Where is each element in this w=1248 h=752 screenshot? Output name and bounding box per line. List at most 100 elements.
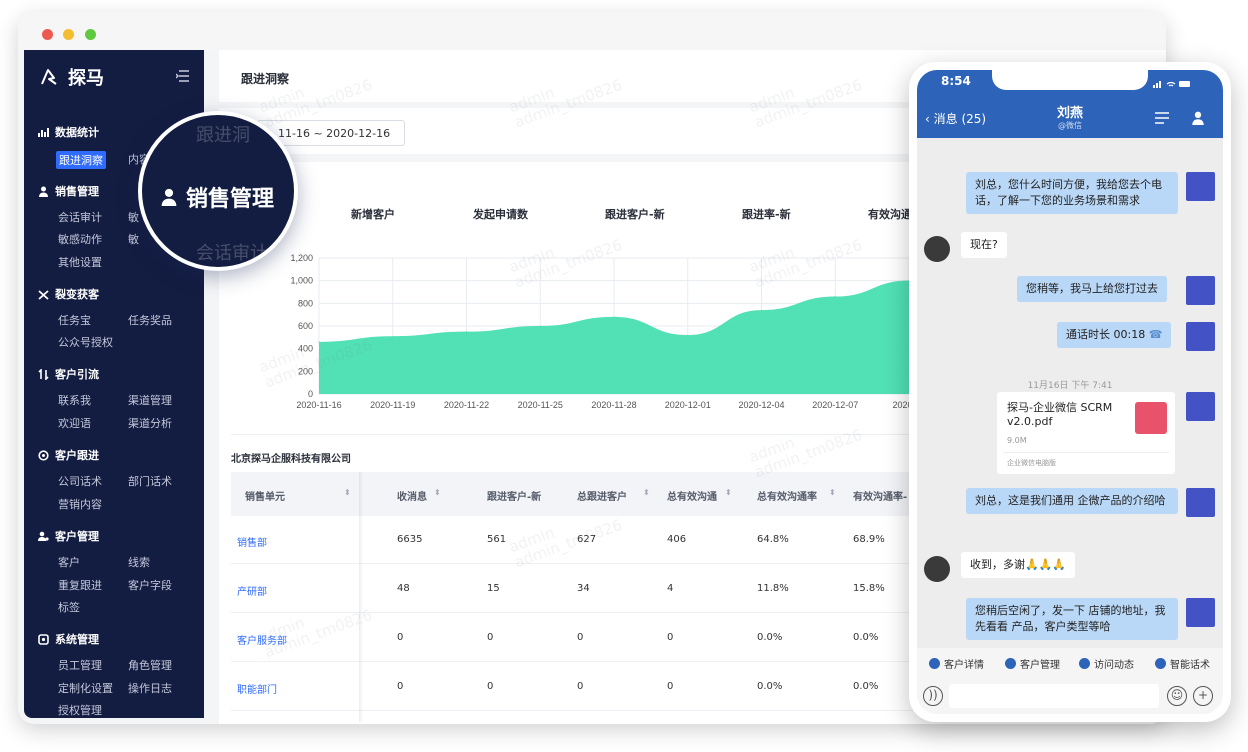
table-cell: 0 — [577, 632, 584, 643]
file-message-card[interactable]: 探马-企业微信 SCRM v2.0.pdf 9.0M 企业微信电脑版 — [997, 392, 1175, 474]
sidebar-item-sensitive-a[interactable]: 敏 — [128, 209, 139, 225]
horse-avatar-icon — [1186, 172, 1215, 201]
table-cell: 406 — [667, 534, 687, 545]
call-duration-bubble: 通话时长 00:18 ☎ — [1057, 322, 1172, 348]
sidebar-section-system[interactable]: 系统管理 — [38, 631, 99, 647]
data-point — [392, 335, 394, 337]
sidebar-item-other-settings[interactable]: 其他设置 — [58, 254, 102, 270]
sidebar-item-auth-manage[interactable]: 授权管理 — [58, 702, 102, 718]
plus-icon[interactable]: + — [1193, 686, 1213, 706]
contact-avatar — [924, 236, 950, 262]
window-titlebar — [18, 12, 1166, 50]
th-sales-unit[interactable]: 销售单元 — [245, 488, 285, 503]
contact-avatar — [924, 556, 950, 582]
sidebar-item-tags[interactable]: 标签 — [58, 599, 80, 615]
table-cell: 6635 — [397, 534, 423, 545]
file-name: 探马-企业微信 SCRM v2.0.pdf — [1007, 401, 1113, 428]
dept-link[interactable]: 客户服务部 — [237, 632, 287, 647]
sidebar-item-company-script[interactable]: 公司话术 — [58, 473, 102, 489]
sidebar-section-traffic[interactable]: 客户引流 — [38, 366, 99, 382]
th-total-effective[interactable]: 总有效沟通 — [667, 488, 717, 503]
dept-link[interactable]: 职能部门 — [237, 681, 277, 696]
sort-icon[interactable]: ⬍ — [725, 488, 732, 497]
table-cell: 15 — [487, 583, 500, 594]
sidebar-item-session-audit[interactable]: 会话审计 — [58, 209, 102, 225]
sidebar-item-lead[interactable]: 线索 — [128, 554, 150, 570]
sidebar-section-follow[interactable]: 客户跟进 — [38, 447, 99, 463]
data-point — [687, 334, 689, 336]
sidebar-item-dept-script[interactable]: 部门话术 — [128, 473, 172, 489]
message-input-bar: )) ☺ + — [917, 678, 1223, 714]
sidebar-item-channel-analysis[interactable]: 渠道分析 — [128, 415, 172, 431]
sort-icon[interactable]: ⬍ — [344, 488, 351, 497]
sidebar-item-custom-settings[interactable]: 定制化设置 — [58, 680, 113, 696]
sidebar-item-task-treasure[interactable]: 任务宝 — [58, 312, 91, 328]
stat-effective-comm[interactable]: 有效沟通 — [868, 206, 912, 222]
sidebar-section-customer[interactable]: 客户管理 — [38, 528, 99, 544]
table-cell: 0 — [397, 681, 404, 692]
data-point — [318, 341, 320, 343]
th-follow-new[interactable]: 跟进客户-新 — [487, 488, 541, 503]
sidebar-item-channel-manage[interactable]: 渠道管理 — [128, 392, 172, 408]
dept-link[interactable]: 产研部 — [237, 583, 267, 598]
data-point — [613, 316, 615, 318]
stat-follow-customers-new[interactable]: 跟进客户-新 — [605, 206, 665, 222]
quick-action-visit-activity[interactable]: 访问动态 — [1079, 656, 1134, 671]
horse-avatar-icon — [1186, 598, 1215, 627]
sidebar-item-contact-me[interactable]: 联系我 — [58, 392, 91, 408]
sidebar-section-data-stats[interactable]: 数据统计 — [38, 124, 99, 140]
quick-action-customer-manage[interactable]: 客户管理 — [1005, 656, 1060, 671]
divider — [1003, 452, 1169, 453]
stat-new-customers[interactable]: 新增客户 — [351, 206, 395, 222]
sidebar-item-staff[interactable]: 员工管理 — [58, 657, 102, 673]
data-point — [761, 309, 762, 311]
phone-icon: ☎ — [1148, 328, 1163, 341]
y-tick-label: 600 — [298, 321, 313, 331]
message-bubble-sent: 刘总，这是我们通用 企微产品的介绍哈 — [966, 488, 1178, 514]
sort-icon[interactable]: ⬍ — [643, 488, 650, 497]
quick-action-smart-script[interactable]: 智能话术 — [1155, 656, 1210, 671]
menu-list-icon[interactable] — [1155, 112, 1169, 124]
message-input[interactable] — [949, 684, 1159, 708]
table-cell: 48 — [397, 583, 410, 594]
sidebar-item-roles[interactable]: 角色管理 — [128, 657, 172, 673]
sidebar-item-mp-auth[interactable]: 公众号授权 — [58, 334, 113, 350]
sidebar-item-task-prize[interactable]: 任务奖品 — [128, 312, 172, 328]
sidebar-item-welcome[interactable]: 欢迎语 — [58, 415, 91, 431]
fixed-column-shadow — [359, 472, 363, 722]
sidebar-item-customer-field[interactable]: 客户字段 — [128, 577, 172, 593]
sort-icon[interactable]: ⬍ — [829, 488, 836, 497]
sidebar-item-customer[interactable]: 客户 — [58, 554, 80, 570]
voice-icon[interactable]: )) — [923, 686, 943, 706]
phone-mockup: 8:54 ‹ 消息 (25) 刘燕 @微信 刘总，您什么时间方便，我给您去个电话… — [909, 62, 1231, 722]
magnifier-ghost-text: 跟进洞 — [196, 125, 250, 146]
status-bar: 8:54 — [917, 70, 1223, 98]
user-icon[interactable] — [1191, 111, 1205, 125]
sidebar-section-sales[interactable]: 销售管理 — [38, 183, 99, 199]
sidebar-item-repeat-follow[interactable]: 重复跟进 — [58, 577, 102, 593]
sidebar-item-follow-insight[interactable]: 跟进洞察 — [56, 151, 106, 169]
stat-follow-rate-new[interactable]: 跟进率-新 — [742, 206, 791, 222]
sidebar-item-marketing[interactable]: 营销内容 — [58, 496, 102, 512]
th-messages[interactable]: 收消息 — [397, 488, 427, 503]
collapse-menu-icon[interactable] — [176, 70, 190, 82]
message-bubble-sent: 您稍后空闲了，发一下 店铺的地址，我先看看 产品，客户类型等哈 — [966, 598, 1178, 640]
sidebar-item-sensitive-b[interactable]: 敏 — [128, 231, 139, 247]
window-close-button[interactable] — [42, 29, 53, 40]
quick-action-bar: 客户详情 客户管理 访问动态 智能话术 — [917, 648, 1223, 678]
sidebar-item-op-log[interactable]: 操作日志 — [128, 680, 172, 696]
dept-link[interactable]: 销售部 — [237, 534, 267, 549]
th-total-follow[interactable]: 总跟进客户 — [577, 488, 627, 503]
target-icon — [38, 449, 49, 461]
sort-icon[interactable]: ⬍ — [434, 488, 441, 497]
quick-action-customer-detail[interactable]: 客户详情 — [929, 656, 984, 671]
th-effective-rate[interactable]: 有效沟通率- — [853, 488, 907, 503]
stat-apply-count[interactable]: 发起申请数 — [473, 206, 528, 222]
window-maximize-button[interactable] — [85, 29, 96, 40]
sidebar-section-fission[interactable]: 裂变获客 — [38, 286, 99, 302]
magnifier-callout: 跟进洞 销售管理 会话审计 — [138, 111, 298, 271]
window-minimize-button[interactable] — [63, 29, 74, 40]
emoji-icon[interactable]: ☺ — [1167, 686, 1187, 706]
sidebar-item-sensitive-action[interactable]: 敏感动作 — [58, 231, 102, 247]
th-total-effective-rate[interactable]: 总有效沟通率 — [757, 488, 817, 503]
